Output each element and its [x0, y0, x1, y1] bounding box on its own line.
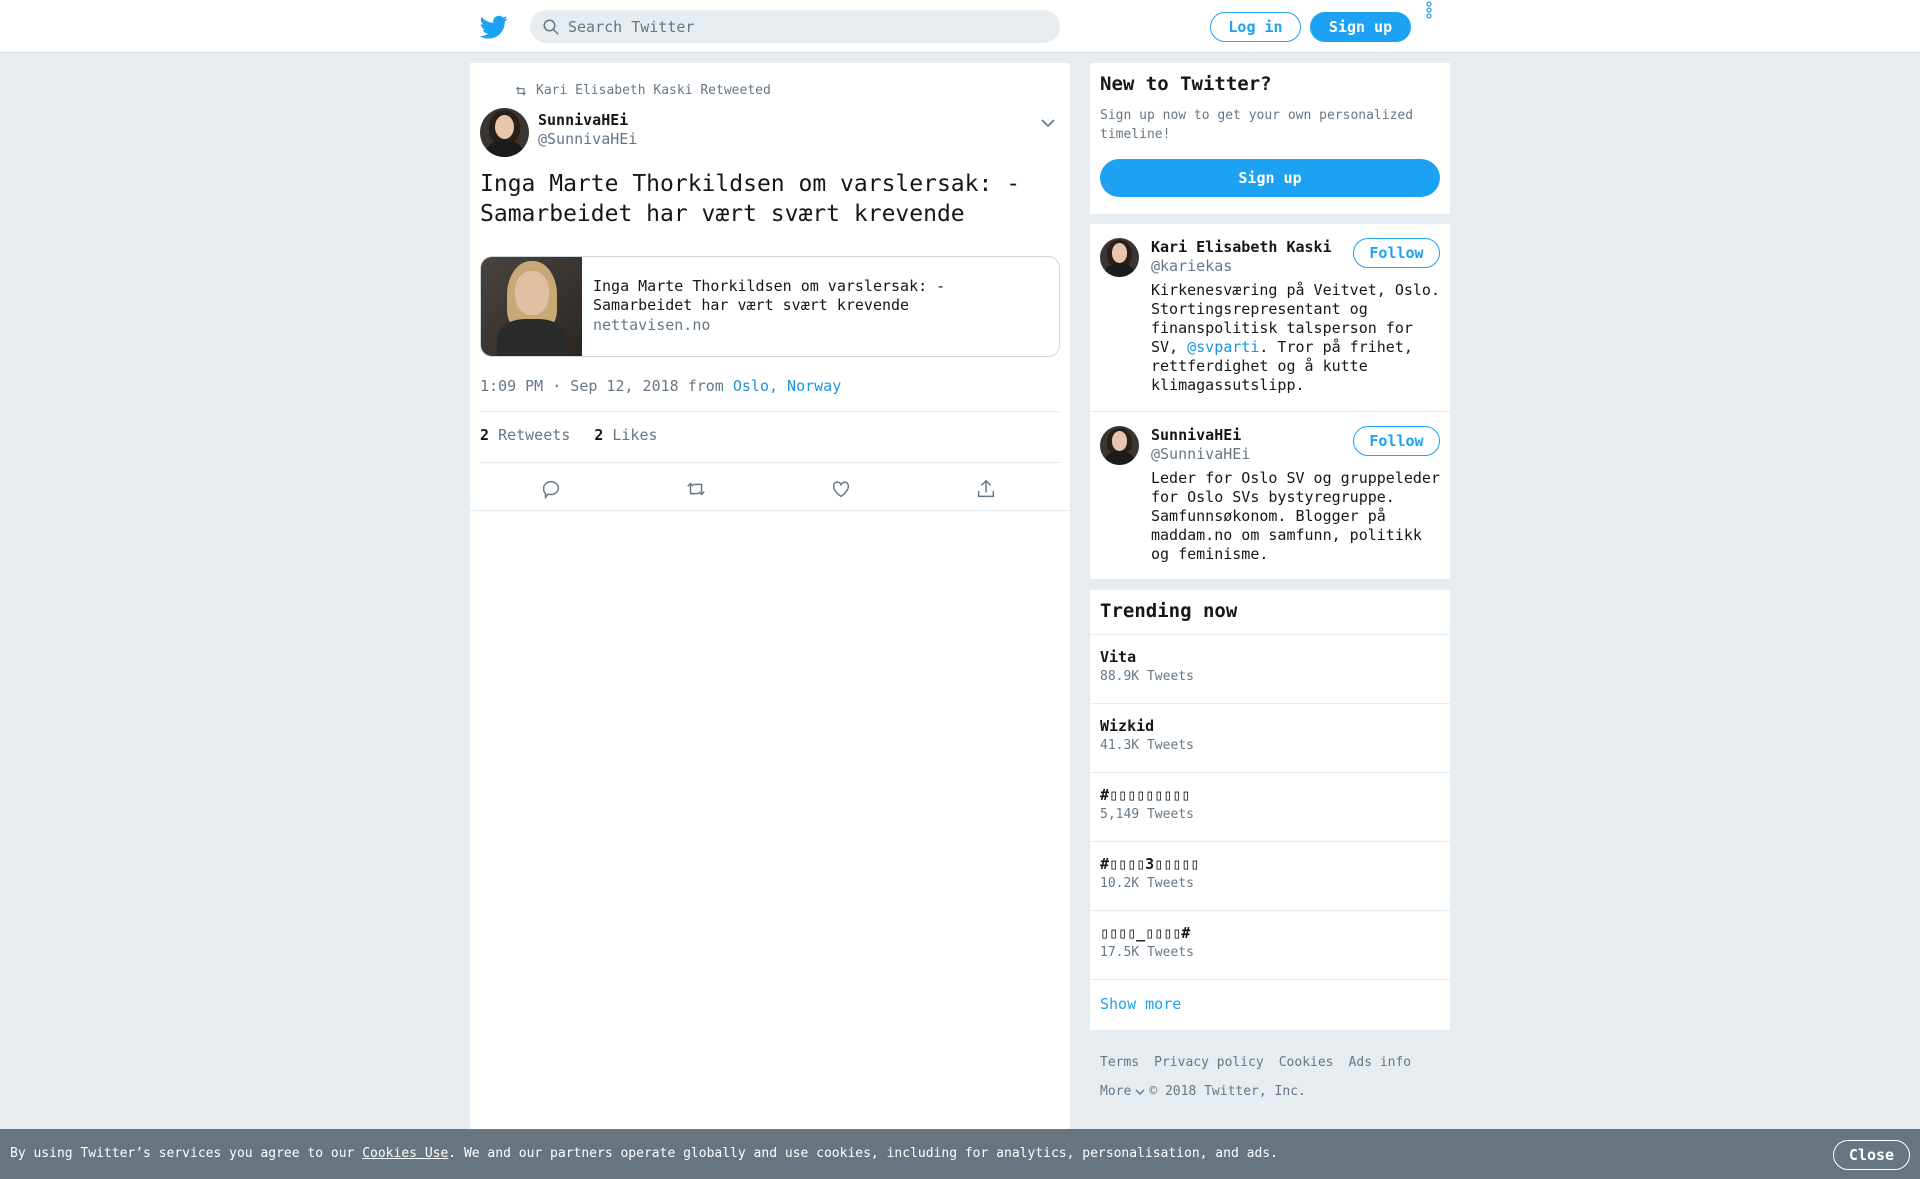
cookie-notice-text: By using Twitter’s services you agree to…	[10, 1146, 1278, 1161]
search-box[interactable]	[530, 10, 1060, 43]
retweet-context-text: Kari Elisabeth Kaski Retweeted	[536, 83, 771, 98]
retweet-icon[interactable]	[685, 478, 707, 500]
cookies-use-link[interactable]: Cookies Use	[362, 1146, 448, 1161]
user-handle[interactable]: @SunnivaHEi	[1151, 445, 1250, 463]
twitter-bird-icon[interactable]	[480, 13, 508, 41]
trends-module: Trending now Vita 88.9K Tweets Wizkid 41…	[1090, 590, 1450, 1030]
trends-title: Trending now	[1100, 600, 1238, 622]
login-button[interactable]: Log in	[1210, 12, 1301, 42]
user-bio: Kirkenesværing på Veitvet, Oslo. Stortin…	[1151, 281, 1440, 394]
trend-item[interactable]: #▯▯▯▯▯▯▯▯▯ 5,149 Tweets	[1090, 773, 1450, 842]
signup-promo-module: New to Twitter? Sign up now to get your …	[1090, 63, 1450, 214]
user-bio: Leder for Oslo SV og gruppeleder for Osl…	[1151, 469, 1440, 563]
share-icon[interactable]	[975, 478, 997, 500]
trend-count: 17.5K Tweets	[1100, 945, 1194, 960]
mention-link[interactable]: @svparti	[1187, 338, 1259, 356]
likes-stat[interactable]: 2 Likes	[594, 426, 657, 444]
tweet-timestamp: 1:09 PM · Sep 12, 2018 from	[480, 377, 724, 395]
signup-button[interactable]: Sign up	[1310, 12, 1411, 42]
search-icon	[543, 19, 559, 34]
reply-icon[interactable]	[540, 478, 562, 500]
retweet-context[interactable]: Kari Elisabeth Kaski Retweeted	[514, 83, 771, 98]
user-name[interactable]: Kari Elisabeth Kaski	[1151, 238, 1332, 256]
top-navigation-bar: Log in Sign up	[0, 0, 1920, 53]
more-options-icon[interactable]	[1424, 0, 1434, 22]
card-title: Inga Marte Thorkildsen om varslersak: - …	[593, 277, 946, 314]
sidebar-signup-button[interactable]: Sign up	[1100, 159, 1440, 197]
trend-count: 41.3K Tweets	[1100, 738, 1194, 753]
author-avatar[interactable]	[480, 108, 529, 157]
trend-item[interactable]: #▯▯▯▯3▯▯▯▯▯ 10.2K Tweets	[1090, 842, 1450, 911]
module-title: New to Twitter?	[1100, 73, 1272, 95]
follow-button[interactable]: Follow	[1353, 238, 1440, 268]
trend-name: #▯▯▯▯3▯▯▯▯▯	[1100, 855, 1200, 873]
author-name[interactable]: SunnivaHEi	[538, 111, 628, 129]
chevron-down-icon[interactable]	[1040, 115, 1056, 131]
tweet-actions	[470, 475, 1070, 505]
trend-count: 88.9K Tweets	[1100, 669, 1194, 684]
trend-count: 5,149 Tweets	[1100, 807, 1194, 822]
trend-name: Wizkid	[1100, 717, 1155, 735]
trend-item[interactable]: ▯▯▯▯_▯▯▯▯# 17.5K Tweets	[1090, 911, 1450, 980]
tweet-stats: 2 Retweets 2 Likes	[480, 426, 658, 444]
footer-link-privacy[interactable]: Privacy policy	[1154, 1055, 1264, 1070]
card-domain: nettavisen.no	[593, 316, 711, 334]
trend-name: ▯▯▯▯_▯▯▯▯#	[1100, 924, 1191, 942]
footer-links: Terms Privacy policy Cookies Ads info	[1100, 1055, 1411, 1070]
footer-link-terms[interactable]: Terms	[1100, 1055, 1139, 1070]
trend-item[interactable]: Vita 88.9K Tweets	[1090, 635, 1450, 704]
user-handle[interactable]: @kariekas	[1151, 257, 1232, 275]
tweet-location-link[interactable]: Oslo, Norway	[733, 377, 841, 395]
cookie-consent-bar: By using Twitter’s services you agree to…	[0, 1129, 1920, 1179]
search-input[interactable]	[568, 17, 1038, 36]
footer-secondary: More © 2018 Twitter, Inc.	[1100, 1084, 1306, 1099]
trend-count: 10.2K Tweets	[1100, 876, 1194, 891]
show-more-trends-link[interactable]: Show more	[1100, 995, 1181, 1013]
user-avatar[interactable]	[1100, 426, 1139, 465]
retweets-stat[interactable]: 2 Retweets	[480, 426, 570, 444]
trend-item[interactable]: Wizkid 41.3K Tweets	[1090, 704, 1450, 773]
tweet-metadata: 1:09 PM · Sep 12, 2018 from Oslo, Norway	[480, 377, 841, 395]
footer-link-ads-info[interactable]: Ads info	[1349, 1055, 1412, 1070]
link-card[interactable]: Inga Marte Thorkildsen om varslersak: - …	[480, 256, 1060, 357]
divider	[480, 462, 1060, 463]
user-avatar[interactable]	[1100, 238, 1139, 277]
follow-button[interactable]: Follow	[1353, 426, 1440, 456]
divider	[470, 510, 1070, 511]
retweet-icon	[515, 86, 527, 95]
footer-link-cookies[interactable]: Cookies	[1279, 1055, 1334, 1070]
chevron-down-icon[interactable]	[1135, 1087, 1145, 1097]
divider	[480, 411, 1060, 412]
cookie-close-button[interactable]: Close	[1833, 1140, 1910, 1170]
tweet-permalink-column: Kari Elisabeth Kaski Retweeted SunnivaHE…	[470, 63, 1070, 1179]
trend-name: #▯▯▯▯▯▯▯▯▯	[1100, 786, 1191, 804]
user-name[interactable]: SunnivaHEi	[1151, 426, 1241, 444]
tweet-text: Inga Marte Thorkildsen om varslersak: - …	[480, 171, 1021, 227]
card-thumbnail	[481, 257, 582, 356]
divider	[1090, 411, 1450, 412]
trend-name: Vita	[1100, 648, 1137, 666]
module-description: Sign up now to get your own personalized…	[1100, 108, 1414, 142]
author-handle[interactable]: @SunnivaHEi	[538, 130, 637, 148]
copyright-text: © 2018 Twitter, Inc.	[1149, 1084, 1306, 1099]
like-heart-icon[interactable]	[830, 478, 852, 500]
related-users-module: Kari Elisabeth Kaski @kariekas Follow Ki…	[1090, 224, 1450, 579]
footer-more-link[interactable]: More	[1100, 1084, 1131, 1099]
